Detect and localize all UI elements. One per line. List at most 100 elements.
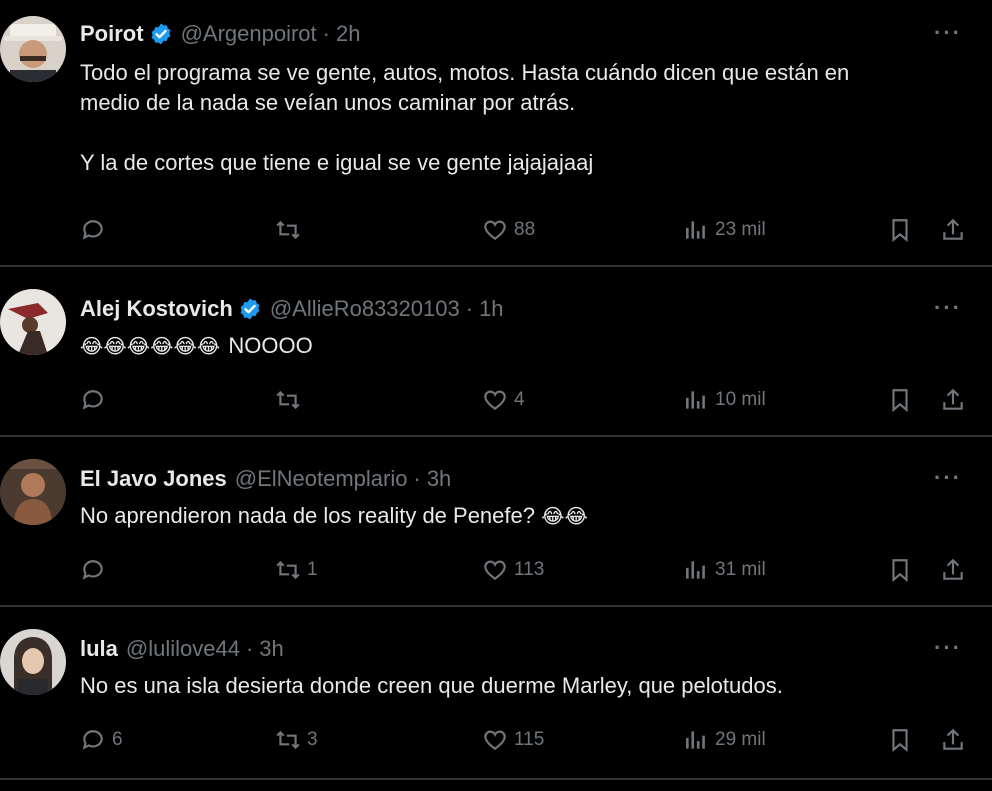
author-handle[interactable]: @AllieRo83320103 — [270, 296, 460, 322]
retweet-button[interactable] — [275, 385, 307, 415]
share-button[interactable] — [940, 215, 972, 245]
avatar[interactable] — [0, 629, 66, 695]
share-button[interactable] — [940, 385, 972, 415]
retweet-count: 3 — [307, 729, 318, 750]
tweet-text-content: NOOOO — [228, 333, 313, 358]
tweet-text: 😂😂😂😂😂😂 NOOOO — [80, 331, 980, 362]
heart-icon — [484, 730, 506, 750]
tweet-text-line: No aprendieron nada de los reality de Pe… — [80, 501, 980, 532]
laughing-emoji: 😂😂 — [541, 506, 588, 528]
reply-icon — [82, 390, 103, 410]
avatar[interactable] — [0, 16, 66, 82]
views-button[interactable]: 23 mil — [683, 215, 766, 245]
like-button[interactable]: 115 — [482, 725, 544, 755]
author-name[interactable]: Alej Kostovich — [80, 296, 233, 322]
views-icon — [686, 561, 705, 579]
author-handle[interactable]: @lulilove44 — [126, 636, 240, 662]
author-handle[interactable]: @ElNeotemplario — [235, 466, 408, 492]
retweet-icon — [276, 390, 300, 410]
share-icon — [943, 558, 963, 580]
retweet-button[interactable]: 3 — [275, 725, 318, 755]
laughing-emoji: 😂😂😂😂😂😂 — [80, 336, 221, 358]
timestamp[interactable]: 1h — [479, 296, 503, 322]
like-count: 113 — [514, 559, 545, 580]
tweet[interactable]: El Javo Jones @ElNeotemplario · 3h ··· N… — [0, 437, 992, 605]
verified-badge-icon — [238, 297, 262, 321]
timestamp[interactable]: 3h — [259, 636, 283, 662]
bookmark-icon — [892, 219, 908, 243]
views-icon — [686, 731, 705, 749]
author-name[interactable]: El Javo Jones — [80, 466, 227, 492]
tweet-actions: 6 3 115 29 mil — [80, 725, 970, 755]
author-handle[interactable]: @Argenpoirot — [181, 21, 317, 47]
views-button[interactable]: 29 mil — [683, 725, 766, 755]
retweet-icon — [276, 220, 300, 240]
retweet-icon — [276, 730, 300, 750]
tweet-actions: 4 10 mil — [80, 385, 970, 415]
like-button[interactable]: 4 — [482, 385, 525, 415]
tweet-text-line: Todo el programa se ve gente, autos, mot… — [80, 60, 850, 85]
view-count: 23 mil — [715, 219, 766, 240]
bookmark-button[interactable] — [887, 555, 919, 585]
views-icon — [686, 391, 705, 409]
more-icon[interactable]: ··· — [934, 465, 962, 491]
tweet-text: Todo el programa se ve gente, autos, mot… — [80, 58, 980, 178]
separator: · — [465, 296, 474, 321]
avatar[interactable] — [0, 459, 66, 525]
tweet-text-content: No aprendieron nada de los reality de Pe… — [80, 503, 535, 528]
heart-icon — [484, 560, 506, 580]
reply-icon — [82, 220, 103, 240]
heart-icon — [484, 220, 506, 240]
view-count: 31 mil — [715, 559, 766, 580]
tweet[interactable]: Alej Kostovich @AllieRo83320103 · 1h ···… — [0, 267, 992, 435]
tweet-header: Alej Kostovich @AllieRo83320103 · 1h — [80, 295, 504, 323]
share-icon — [943, 218, 963, 240]
tweet[interactable]: lula @lulilove44 · 3h ··· No es una isla… — [0, 607, 992, 791]
like-button[interactable]: 88 — [482, 215, 535, 245]
tweet-actions: 88 23 mil — [80, 215, 970, 245]
more-icon[interactable]: ··· — [934, 635, 962, 661]
tweet-text-line: 😂😂😂😂😂😂 NOOOO — [80, 331, 980, 362]
reply-count: 6 — [112, 729, 123, 750]
bookmark-button[interactable] — [887, 215, 919, 245]
separator: · — [322, 21, 330, 46]
timestamp[interactable]: 3h — [427, 466, 451, 492]
tweet-text-line: medio de la nada se veían unos caminar p… — [80, 90, 576, 115]
reply-button[interactable]: 6 — [80, 725, 123, 755]
like-button[interactable]: 113 — [482, 555, 544, 585]
bookmark-button[interactable] — [887, 385, 919, 415]
views-icon — [686, 221, 705, 239]
timestamp[interactable]: 2h — [336, 21, 360, 47]
tweet-header: lula @lulilove44 · 3h — [80, 635, 284, 663]
separator: · — [413, 466, 421, 491]
separator: · — [245, 636, 254, 661]
tweet[interactable]: Poirot @Argenpoirot · 2h ··· Todo el pro… — [0, 0, 992, 265]
reply-button[interactable] — [80, 215, 112, 245]
reply-button[interactable] — [80, 385, 112, 415]
tweet-text: No aprendieron nada de los reality de Pe… — [80, 501, 980, 532]
author-name[interactable]: lula — [80, 636, 118, 662]
share-button[interactable] — [940, 555, 972, 585]
share-button[interactable] — [940, 725, 972, 755]
bookmark-icon — [892, 559, 908, 583]
tweet-text-line: No es una isla desierta donde creen que … — [80, 673, 783, 698]
bookmark-button[interactable] — [887, 725, 919, 755]
reply-button[interactable] — [80, 555, 112, 585]
author-name[interactable]: Poirot — [80, 21, 144, 47]
retweet-button[interactable] — [275, 215, 307, 245]
verified-badge-icon — [149, 22, 173, 46]
views-button[interactable]: 10 mil — [683, 385, 766, 415]
tweet-actions: 1 113 31 mil — [80, 555, 970, 585]
retweet-icon — [276, 560, 300, 580]
more-icon[interactable]: ··· — [934, 295, 962, 321]
tweet-header: El Javo Jones @ElNeotemplario · 3h — [80, 465, 451, 493]
share-icon — [943, 728, 963, 750]
reply-icon — [82, 730, 103, 750]
retweet-count: 1 — [307, 559, 318, 580]
tweet-text-line: Y la de cortes que tiene e igual se ve g… — [80, 150, 594, 175]
views-button[interactable]: 31 mil — [683, 555, 766, 585]
like-count: 88 — [514, 219, 536, 240]
more-icon[interactable]: ··· — [934, 20, 962, 46]
avatar[interactable] — [0, 289, 66, 355]
retweet-button[interactable]: 1 — [275, 555, 318, 585]
